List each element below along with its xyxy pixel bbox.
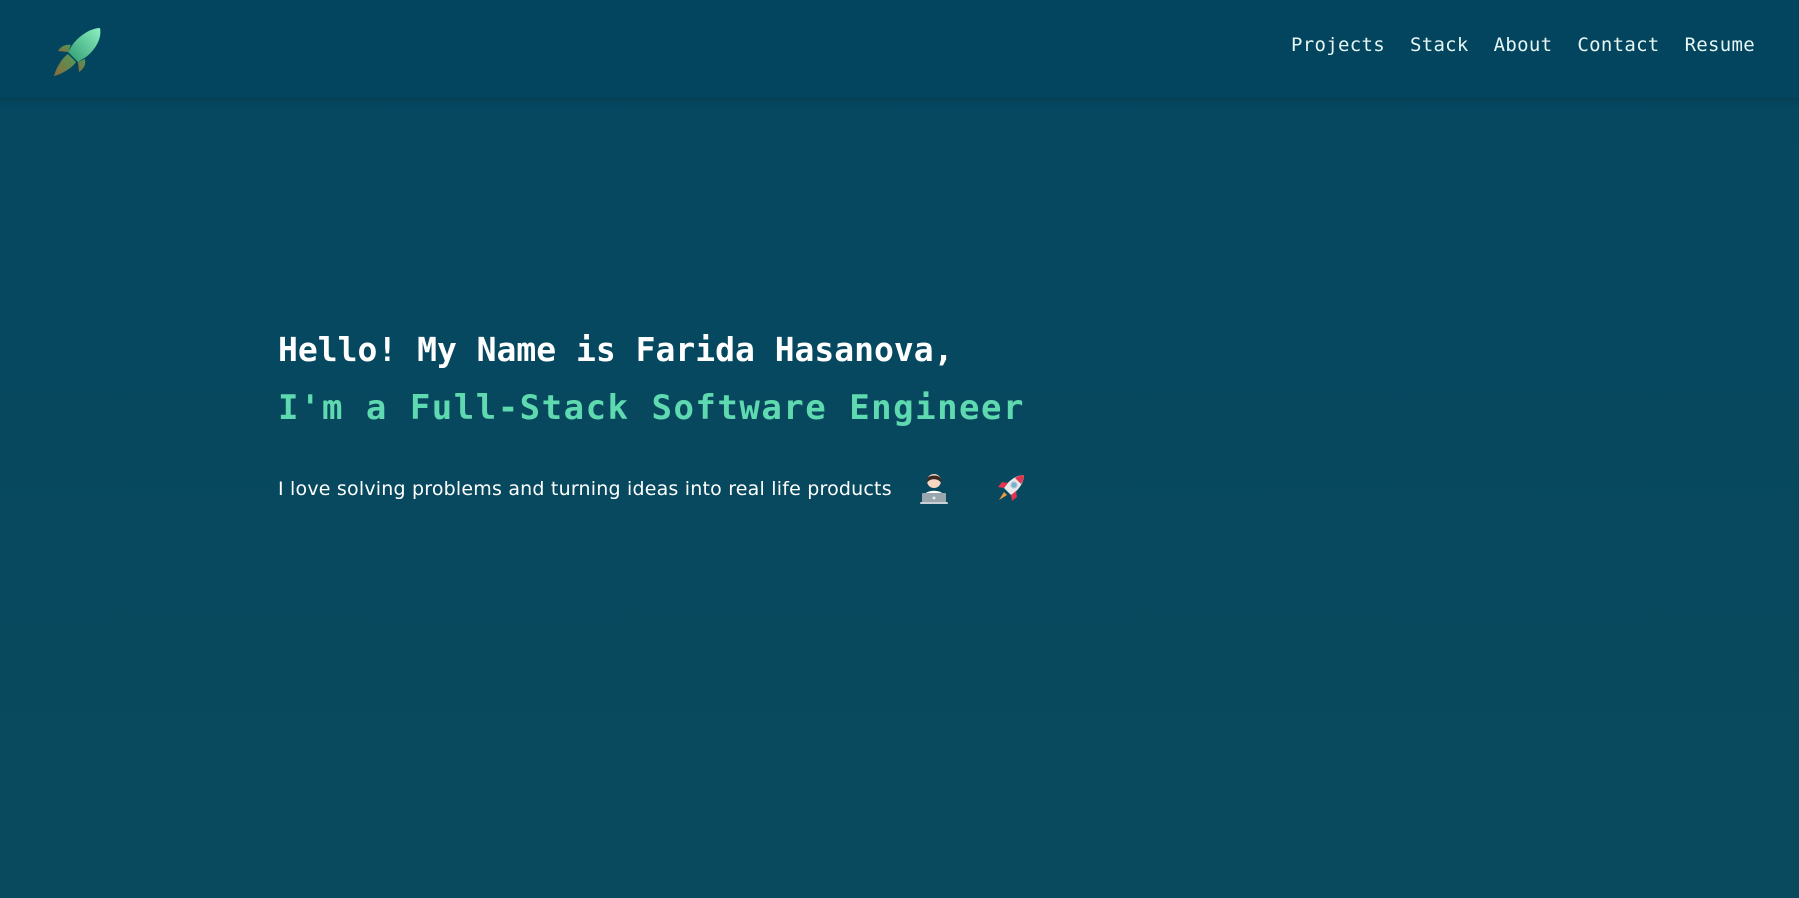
nav-link-resume[interactable]: Resume [1685, 34, 1755, 56]
hero-tagline: I love solving problems and turning idea… [278, 478, 892, 500]
nav-links: Projects Stack About Contact Resume [1291, 34, 1755, 56]
hero-role: I'm a Full-Stack Software Engineer [278, 388, 1025, 428]
top-navbar: Projects Stack About Contact Resume [0, 0, 1799, 98]
hero-section: Hello! My Name is Farida Hasanova, I'm a… [278, 325, 1178, 507]
rocket-icon [992, 471, 1028, 507]
nav-link-projects[interactable]: Projects [1291, 34, 1385, 56]
rocket-logo-icon[interactable] [48, 24, 106, 80]
tagline-row: I love solving problems and turning idea… [278, 471, 1178, 507]
nav-link-stack[interactable]: Stack [1410, 34, 1469, 56]
woman-technologist-icon [916, 471, 952, 507]
nav-link-about[interactable]: About [1494, 34, 1553, 56]
nav-link-contact[interactable]: Contact [1577, 34, 1659, 56]
hero-greeting: Hello! My Name is Farida Hasanova, [278, 330, 954, 369]
